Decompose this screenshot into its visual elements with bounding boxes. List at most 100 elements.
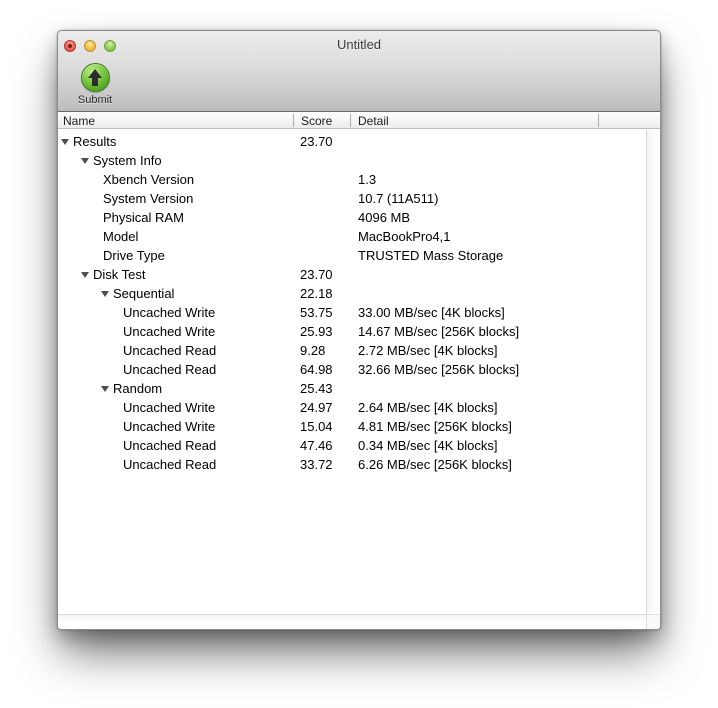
outline-row[interactable]: Physical RAM 4096 MB: [58, 208, 646, 227]
disclosure-triangle-icon[interactable]: [101, 285, 113, 303]
column-header-score[interactable]: Score: [301, 113, 332, 129]
row-name: Random: [113, 381, 163, 396]
row-name: Uncached Write: [123, 324, 216, 339]
row-name-cell: Model: [58, 227, 300, 246]
column-resize-handle[interactable]: [598, 114, 599, 127]
row-name-cell: Uncached Write: [58, 398, 300, 417]
outline-row[interactable]: Model MacBookPro4,1: [58, 227, 646, 246]
outline-row[interactable]: System Info: [58, 151, 646, 170]
row-detail: [358, 151, 646, 170]
row-name: Uncached Read: [123, 343, 217, 358]
outline-row[interactable]: Uncached Write 53.75 33.00 MB/sec [4K bl…: [58, 303, 646, 322]
row-name: Drive Type: [103, 248, 165, 263]
row-name-cell: Uncached Read: [58, 360, 300, 379]
row-score: 15.04: [300, 419, 333, 434]
row-name: Results: [73, 134, 117, 149]
row-score: [300, 189, 358, 208]
outline-row[interactable]: Uncached Write 15.04 4.81 MB/sec [256K b…: [58, 417, 646, 436]
outline-row[interactable]: Uncached Write 25.93 14.67 MB/sec [256K …: [58, 322, 646, 341]
outline-row[interactable]: Drive Type TRUSTED Mass Storage: [58, 246, 646, 265]
column-resize-handle[interactable]: [293, 114, 294, 127]
row-name: Physical RAM: [103, 210, 184, 225]
outline-row[interactable]: Uncached Read 33.72 6.26 MB/sec [256K bl…: [58, 455, 646, 474]
row-name: System Info: [93, 153, 162, 168]
row-detail: 4.81 MB/sec [256K blocks]: [358, 419, 512, 434]
row-score: [300, 208, 358, 227]
row-name-cell: Uncached Read: [58, 455, 300, 474]
row-detail: 32.66 MB/sec [256K blocks]: [358, 362, 520, 377]
outline-row[interactable]: System Version 10.7 (11A511): [58, 189, 646, 208]
outline-row[interactable]: Uncached Write 24.97 2.64 MB/sec [4K blo…: [58, 398, 646, 417]
disclosure-triangle-icon[interactable]: [81, 266, 93, 284]
arrow-up-icon: [88, 69, 102, 87]
column-header-name[interactable]: Name: [63, 113, 95, 129]
row-score: 25.43: [300, 381, 333, 396]
row-score: 9.28: [300, 343, 326, 358]
row-detail: 10.7 (11A511): [358, 191, 439, 206]
row-name: Uncached Read: [123, 362, 217, 377]
vertical-scrollbar-track[interactable]: [646, 130, 660, 614]
row-score: 64.98: [300, 362, 333, 377]
outline-row[interactable]: Disk Test 23.70: [58, 265, 646, 284]
outline-row[interactable]: Uncached Read 9.28 2.72 MB/sec [4K block…: [58, 341, 646, 360]
row-name: Uncached Read: [123, 457, 217, 472]
row-name: Xbench Version: [103, 172, 195, 187]
row-score: [300, 151, 358, 170]
outline-row[interactable]: Results 23.70: [58, 132, 646, 151]
row-detail: TRUSTED Mass Storage: [358, 248, 504, 263]
row-detail: 33.00 MB/sec [4K blocks]: [358, 305, 505, 320]
row-name: Uncached Write: [123, 400, 216, 415]
toolbar: Submit: [58, 59, 660, 111]
row-score: 23.70: [300, 267, 333, 282]
row-name: Sequential: [113, 286, 175, 301]
row-detail: 14.67 MB/sec [256K blocks]: [358, 324, 520, 339]
row-name-cell: Uncached Write: [58, 303, 300, 322]
row-name-cell: Disk Test: [58, 265, 300, 284]
row-detail: [358, 379, 646, 398]
xbench-window: Untitled Submit Name Score Detail Result…: [57, 30, 661, 630]
outline-row[interactable]: Uncached Read 64.98 32.66 MB/sec [256K b…: [58, 360, 646, 379]
table-header: Name Score Detail: [58, 113, 660, 129]
row-name-cell: Results: [58, 132, 300, 151]
disclosure-triangle-icon[interactable]: [101, 380, 113, 398]
outline-row[interactable]: Uncached Read 47.46 0.34 MB/sec [4K bloc…: [58, 436, 646, 455]
row-name-cell: Uncached Write: [58, 417, 300, 436]
row-name: Uncached Read: [123, 438, 217, 453]
row-name: System Version: [103, 191, 194, 206]
disclosure-triangle-icon[interactable]: [81, 152, 93, 170]
row-score: 53.75: [300, 305, 333, 320]
row-detail: [358, 132, 646, 151]
row-score: 25.93: [300, 324, 333, 339]
outline-row[interactable]: Xbench Version 1.3: [58, 170, 646, 189]
row-detail: 1.3: [358, 172, 377, 187]
row-score: 47.46: [300, 438, 333, 453]
window-title: Untitled: [336, 37, 382, 52]
row-name: Model: [103, 229, 139, 244]
row-name-cell: System Info: [58, 151, 300, 170]
row-name-cell: Sequential: [58, 284, 300, 303]
window-chrome: Untitled Submit: [58, 31, 660, 112]
scrollbar-corner: [646, 614, 660, 629]
row-name-cell: Drive Type: [58, 246, 300, 265]
row-detail: 6.26 MB/sec [256K blocks]: [358, 457, 512, 472]
column-resize-handle[interactable]: [350, 114, 351, 127]
row-detail: 2.64 MB/sec [4K blocks]: [358, 400, 498, 415]
row-detail: MacBookPro4,1: [358, 229, 451, 244]
row-name-cell: Uncached Read: [58, 341, 300, 360]
row-name-cell: Uncached Write: [58, 322, 300, 341]
outline-row[interactable]: Random 25.43: [58, 379, 646, 398]
horizontal-scrollbar-track[interactable]: [58, 614, 646, 629]
row-score: 22.18: [300, 286, 333, 301]
row-detail: 2.72 MB/sec [4K blocks]: [358, 343, 498, 358]
submit-label: Submit: [77, 94, 113, 106]
outline-rows: Results 23.70 System Info Xbench Version…: [58, 130, 646, 614]
submit-button[interactable]: Submit: [68, 63, 122, 109]
row-score: 24.97: [300, 400, 333, 415]
column-header-detail[interactable]: Detail: [358, 113, 389, 129]
outline-row[interactable]: Sequential 22.18: [58, 284, 646, 303]
row-detail: [358, 265, 646, 284]
titlebar[interactable]: Untitled: [58, 31, 660, 59]
disclosure-triangle-icon[interactable]: [61, 133, 73, 151]
row-score: 33.72: [300, 457, 333, 472]
row-score: [300, 246, 358, 265]
